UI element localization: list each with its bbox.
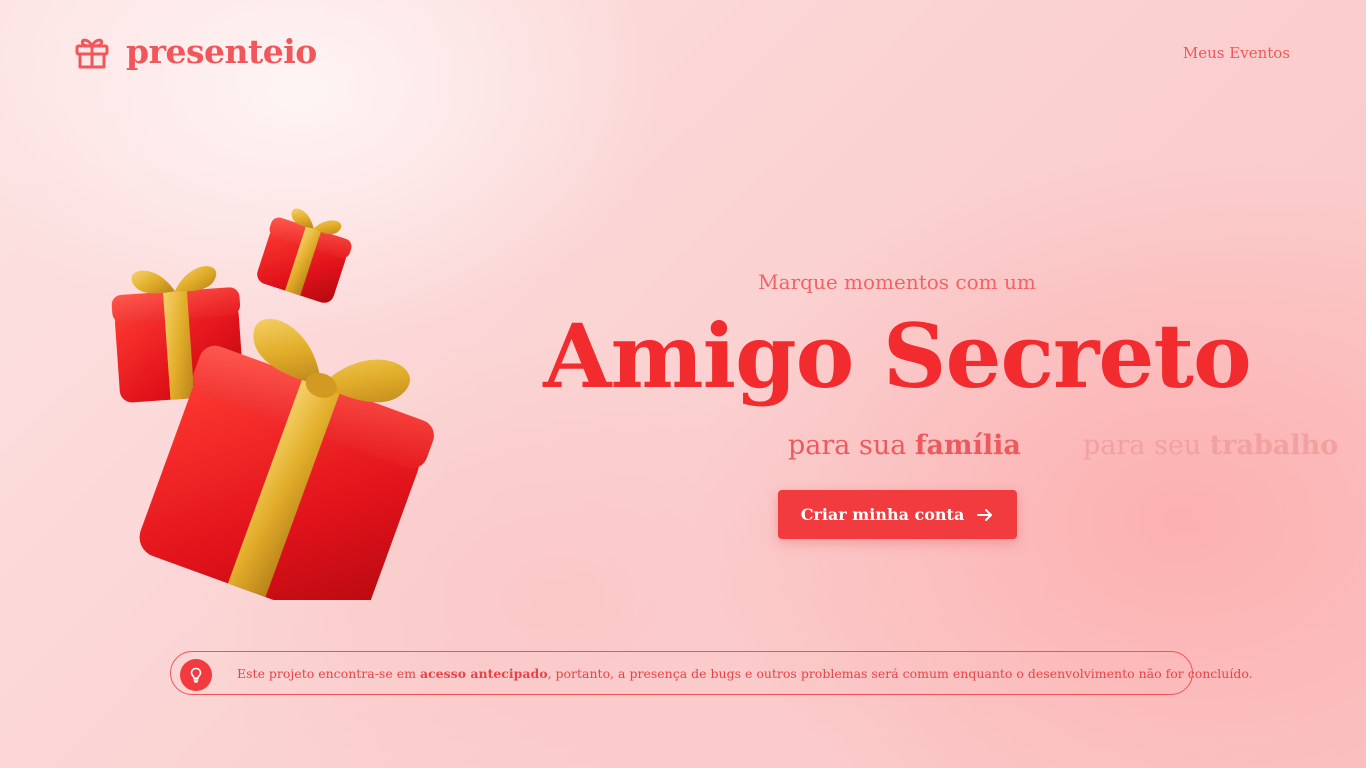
hero-section: Marque momentos com um Amigo Secreto bbox=[540, 260, 1254, 406]
early-access-notice: Este projeto encontra-se em acesso antec… bbox=[170, 651, 1253, 695]
notice-text-bold: acesso antecipado bbox=[419, 666, 548, 681]
audience-work: para seu trabalho bbox=[1083, 428, 1338, 464]
notice-text-after: , portanto, a presença de bugs e outros … bbox=[547, 666, 1253, 681]
hero-title: Amigo Secreto bbox=[543, 304, 1252, 408]
hero-audiences: para sua família para seu trabalho bbox=[0, 428, 1366, 468]
nav-my-events-link[interactable]: Meus Eventos bbox=[1183, 44, 1290, 62]
audience-family-prefix: para sua bbox=[788, 430, 915, 461]
gift-icon bbox=[74, 34, 110, 70]
header: presenteio Meus Eventos bbox=[0, 0, 1366, 106]
logo[interactable]: presenteio bbox=[74, 32, 317, 72]
lightbulb-icon bbox=[180, 659, 212, 691]
audience-family-word: família bbox=[914, 430, 1021, 461]
audience-family: para sua família bbox=[788, 428, 1021, 464]
gift-boxes-illustration bbox=[100, 200, 440, 626]
create-account-label: Criar minha conta bbox=[800, 505, 965, 524]
audience-work-word: trabalho bbox=[1209, 430, 1339, 461]
brand-name: presenteio bbox=[126, 32, 317, 71]
create-account-button[interactable]: Criar minha conta bbox=[778, 490, 1017, 539]
notice-text: Este projeto encontra-se em acesso antec… bbox=[237, 652, 1253, 696]
hero-tagline: Marque momentos com um bbox=[758, 270, 1036, 294]
notice-text-before: Este projeto encontra-se em bbox=[237, 666, 420, 681]
audience-work-prefix: para seu bbox=[1083, 430, 1210, 461]
arrow-right-icon bbox=[976, 506, 994, 524]
